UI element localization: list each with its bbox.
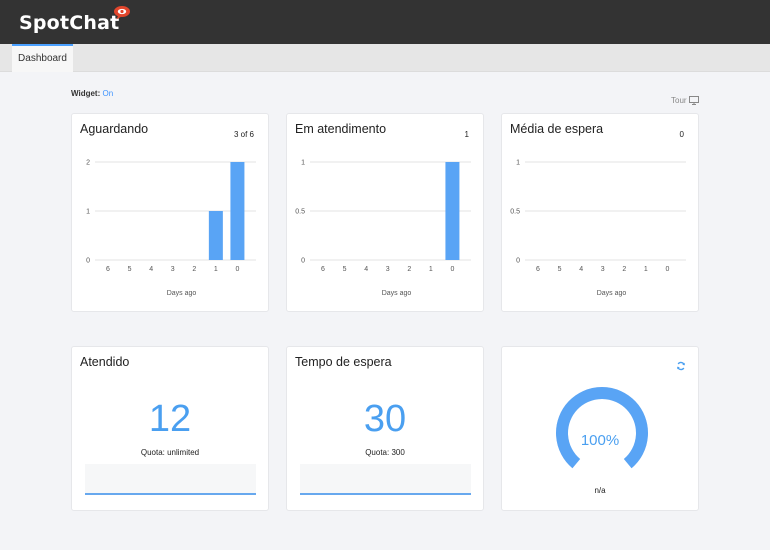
x-tick-label: 0: [450, 266, 454, 273]
x-tick-label: 0: [665, 266, 669, 273]
x-tick-label: 1: [429, 266, 433, 273]
gauge-subtitle: n/a: [594, 486, 606, 495]
brand-logo[interactable]: SpotChat: [19, 12, 119, 34]
bar-chart: 0 0.5 1 6 5 4 3 2 1 0 Days ago: [295, 160, 471, 297]
card-aguardando: Aguardando 3 of 6 0 1 2 6 5 4 3 2 1 0 Days ago: [71, 113, 269, 312]
card-title: Tempo de espera: [295, 355, 392, 369]
tour-label: Tour: [671, 96, 687, 105]
x-tick-label: 4: [364, 266, 368, 273]
x-tick-label: 6: [106, 266, 110, 273]
y-tick-label: 2: [86, 160, 90, 167]
monitor-icon: [688, 96, 699, 105]
x-axis-label: Days ago: [597, 290, 627, 297]
x-tick-label: 3: [601, 266, 605, 273]
widget-status-toggle[interactable]: On: [103, 89, 114, 98]
card-media-espera: Média de espera 0 0 0.5 1 6 5 4 3 2 1 0 Days ago: [501, 113, 699, 312]
x-tick-label: 1: [214, 266, 218, 273]
x-tick-label: 5: [128, 266, 132, 273]
bar: [208, 211, 223, 260]
x-tick-label: 4: [149, 266, 153, 273]
x-tick-label: 1: [644, 266, 648, 273]
x-tick-label: 2: [407, 266, 411, 273]
card-atendido: Atendido 12 Quota: unlimited: [71, 346, 269, 511]
widget-toggle: Widget: On: [71, 89, 113, 98]
x-tick-label: 5: [558, 266, 562, 273]
gauge-value: 100%: [580, 432, 620, 449]
tempo-espera-value: 30: [363, 398, 407, 440]
x-axis-label: Days ago: [167, 290, 197, 297]
bar-chart: 0 0.5 1 6 5 4 3 2 1 0 Days ago: [510, 160, 686, 297]
card-gauge: 100% n/a: [501, 346, 699, 511]
x-tick-label: 2: [192, 266, 196, 273]
atendido-value: 12: [148, 398, 192, 440]
x-axis-label: Days ago: [382, 290, 412, 297]
sparkline-area: [300, 464, 471, 495]
y-tick-label: 1: [516, 160, 520, 167]
x-tick-label: 3: [171, 266, 175, 273]
x-tick-label: 2: [622, 266, 626, 273]
widget-label: Widget:: [71, 89, 101, 98]
card-tempo-espera: Tempo de espera 30 Quota: 300: [286, 346, 484, 511]
x-tick-label: 5: [343, 266, 347, 273]
x-tick-label: 4: [579, 266, 583, 273]
tempo-espera-quota: Quota: 300: [365, 448, 405, 457]
tour-button[interactable]: Tour: [671, 96, 699, 105]
y-tick-label: 0.5: [295, 209, 305, 216]
x-tick-label: 0: [235, 266, 239, 273]
y-tick-label: 1: [86, 209, 90, 216]
card-title: Atendido: [80, 355, 130, 369]
y-tick-label: 0: [86, 258, 90, 265]
x-tick-label: 6: [536, 266, 540, 273]
gauge-fill: [556, 387, 648, 469]
bar: [445, 162, 460, 260]
x-tick-label: 3: [386, 266, 390, 273]
top-bar: SpotChat: [0, 0, 770, 44]
card-em-atendimento: Em atendimento 1 0 0.5 1 6 5 4 3 2 1 0 Days ago: [286, 113, 484, 312]
y-tick-label: 0: [301, 258, 305, 265]
y-tick-label: 0.5: [510, 209, 520, 216]
tab-bar: Dashboard: [0, 44, 770, 72]
chat-bubble-icon: [114, 6, 130, 20]
atendido-quota: Quota: unlimited: [140, 448, 200, 457]
y-tick-label: 1: [301, 160, 305, 167]
bar: [230, 162, 245, 260]
bar-chart: 0 1 2 6 5 4 3 2 1 0 Days ago: [86, 160, 256, 297]
tab-dashboard[interactable]: Dashboard: [12, 44, 73, 72]
sparkline-area: [85, 464, 256, 495]
y-tick-label: 0: [516, 258, 520, 265]
x-tick-label: 6: [321, 266, 325, 273]
refresh-icon[interactable]: [676, 361, 686, 371]
